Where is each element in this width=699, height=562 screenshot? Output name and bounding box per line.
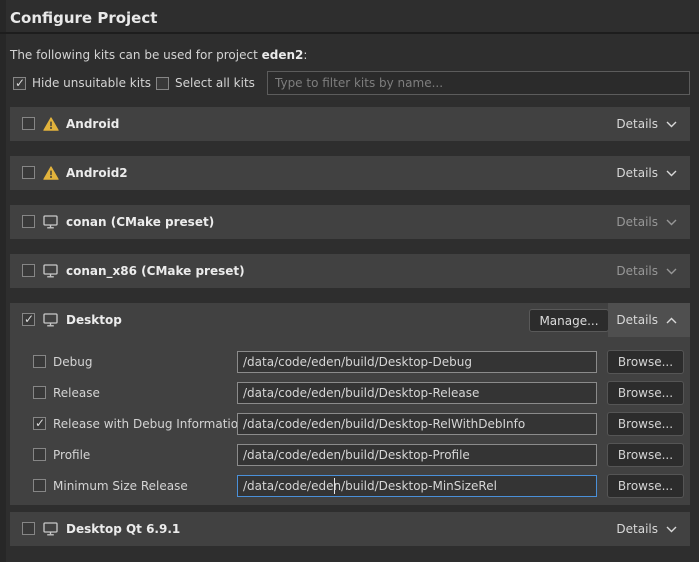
description-prefix: The following kits can be used for proje… (10, 48, 262, 62)
select-all-label: Select all kits (175, 76, 255, 90)
config-label: Minimum Size Release (53, 479, 188, 493)
project-name: eden2 (262, 48, 304, 62)
details-button[interactable]: Details (608, 303, 690, 337)
kits-description: The following kits can be used for proje… (10, 48, 307, 62)
text-cursor (334, 478, 335, 494)
browse-button[interactable]: Browse... (607, 474, 684, 498)
browse-button[interactable]: Browse... (607, 381, 684, 405)
build-config-row-debug: Debug Browse... (10, 350, 690, 375)
kit-checkbox[interactable] (22, 215, 35, 228)
filter-kits-input[interactable] (267, 71, 690, 95)
kit-row-android: Android Details (10, 107, 690, 141)
config-checkbox[interactable] (33, 417, 46, 430)
chevron-down-icon (666, 219, 677, 226)
kit-name: conan (CMake preset) (66, 215, 214, 229)
build-config-row-release: Release Browse... (10, 381, 690, 406)
build-dir-input[interactable] (237, 382, 597, 404)
kit-name: conan_x86 (CMake preset) (66, 264, 245, 278)
build-config-row-relwithdebinfo: Release with Debug Information Browse... (10, 412, 690, 437)
chevron-up-icon (666, 317, 677, 324)
hide-unsuitable-kits-option[interactable]: Hide unsuitable kits (13, 76, 151, 90)
chevron-down-icon (666, 121, 677, 128)
configure-project-page: Configure Project The following kits can… (0, 0, 699, 562)
kit-checkbox[interactable] (22, 522, 35, 535)
chevron-down-icon (666, 268, 677, 275)
kit-row-conan-x86: conan_x86 (CMake preset) Details (10, 254, 690, 288)
details-label: Details (616, 522, 658, 536)
config-label: Release (53, 386, 100, 400)
desktop-icon (43, 313, 59, 327)
details-label: Details (616, 313, 658, 327)
select-all-checkbox[interactable] (156, 77, 169, 90)
build-dir-input[interactable] (237, 475, 597, 497)
kit-name: Desktop (66, 313, 122, 327)
kit-checkbox[interactable] (22, 166, 35, 179)
kit-name: Android2 (66, 166, 128, 180)
details-button[interactable]: Details (608, 254, 690, 288)
details-button[interactable]: Details (608, 156, 690, 190)
config-checkbox[interactable] (33, 448, 46, 461)
details-label: Details (616, 264, 658, 278)
page-title: Configure Project (10, 9, 157, 27)
kit-row-desktop-qt: Desktop Qt 6.9.1 Details (10, 512, 690, 546)
details-button[interactable]: Details (608, 512, 690, 546)
kit-panel-desktop: Desktop Manage... Details Debug Browse..… (10, 303, 690, 505)
title-separator (0, 32, 699, 34)
kit-row-conan: conan (CMake preset) Details (10, 205, 690, 239)
browse-button[interactable]: Browse... (607, 412, 684, 436)
config-checkbox[interactable] (33, 355, 46, 368)
warning-icon (43, 117, 59, 131)
config-label: Profile (53, 448, 90, 462)
desktop-icon (43, 215, 59, 229)
kit-name: Android (66, 117, 119, 131)
details-button[interactable]: Details (608, 205, 690, 239)
hide-unsuitable-label: Hide unsuitable kits (32, 76, 151, 90)
details-button[interactable]: Details (608, 107, 690, 141)
details-label: Details (616, 117, 658, 131)
description-suffix: : (303, 48, 307, 62)
desktop-icon (43, 522, 59, 536)
kit-row-android2: Android2 Details (10, 156, 690, 190)
browse-button[interactable]: Browse... (607, 350, 684, 374)
build-dir-input[interactable] (237, 444, 597, 466)
left-edge-strip (0, 0, 6, 562)
kit-checkbox[interactable] (22, 117, 35, 130)
build-dir-input[interactable] (237, 351, 597, 373)
desktop-icon (43, 264, 59, 278)
build-config-row-minsizerel: Minimum Size Release Browse... (10, 474, 690, 499)
config-checkbox[interactable] (33, 386, 46, 399)
config-label: Debug (53, 355, 92, 369)
browse-button[interactable]: Browse... (607, 443, 684, 467)
manage-kits-button[interactable]: Manage... (529, 309, 609, 332)
chevron-down-icon (666, 526, 677, 533)
config-checkbox[interactable] (33, 479, 46, 492)
kit-checkbox[interactable] (22, 313, 35, 326)
kit-name: Desktop Qt 6.9.1 (66, 522, 180, 536)
warning-icon (43, 166, 59, 180)
config-label: Release with Debug Information (53, 417, 246, 431)
build-dir-input[interactable] (237, 413, 597, 435)
details-label: Details (616, 166, 658, 180)
select-all-kits-option[interactable]: Select all kits (156, 76, 255, 90)
chevron-down-icon (666, 170, 677, 177)
hide-unsuitable-checkbox[interactable] (13, 77, 26, 90)
details-label: Details (616, 215, 658, 229)
build-config-row-profile: Profile Browse... (10, 443, 690, 468)
kit-checkbox[interactable] (22, 264, 35, 277)
